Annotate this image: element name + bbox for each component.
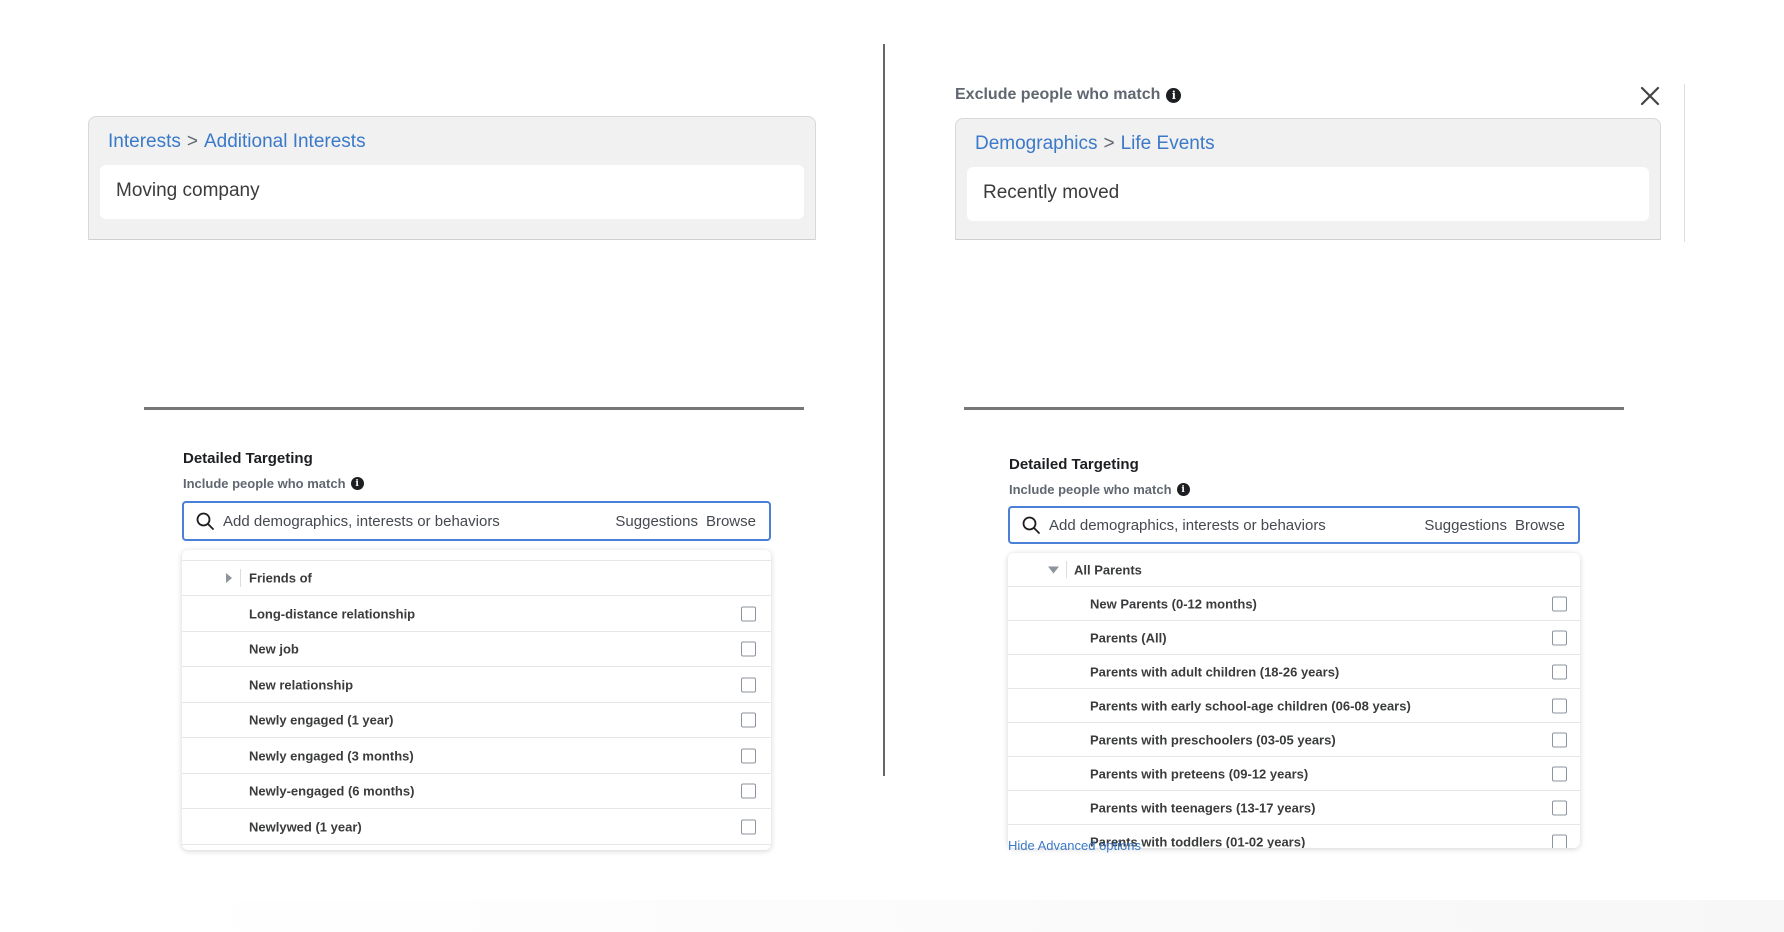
checkbox[interactable] (1552, 664, 1567, 679)
list-item-label: New job (249, 641, 299, 657)
checkbox[interactable] (1552, 732, 1567, 747)
right-selected-targeting-card: Demographics > Life Events Recently moved (955, 118, 1661, 240)
checkbox[interactable] (1552, 698, 1567, 713)
list-row[interactable]: Newlywed (1 year) (182, 809, 771, 845)
panel-edge (1684, 84, 1685, 242)
list-item-label: Parents with preschoolers (03-05 years) (1090, 732, 1336, 747)
right-section-rule (964, 407, 1624, 410)
list-item-label: Parents with early school-age children (… (1090, 698, 1411, 713)
info-icon[interactable]: i (350, 477, 364, 490)
browse-link[interactable]: Browse (706, 513, 756, 530)
right-browse-list: All Parents New Parents (0-12 months) Pa… (1008, 553, 1580, 848)
left-section-rule (144, 407, 804, 410)
left-include-label: Include people who match i (183, 476, 364, 491)
tree-guide (240, 569, 241, 587)
list-item-label: Parents with adult children (18-26 years… (1090, 664, 1340, 679)
exclude-people-label: Exclude people who match i (955, 86, 1182, 104)
list-row-friends-of[interactable]: Friends of (182, 561, 771, 596)
list-row[interactable]: Long-distance relationship (182, 596, 771, 632)
search-input[interactable]: Add demographics, interests or behaviors (1049, 517, 1424, 534)
chevron-down-icon[interactable] (1048, 566, 1059, 573)
checkbox[interactable] (1552, 834, 1567, 848)
breadcrumb-interests[interactable]: Interests (108, 131, 181, 152)
right-detailed-targeting-title: Detailed Targeting (1009, 456, 1139, 473)
tree-guide (1066, 561, 1067, 578)
selected-item-box[interactable]: Recently moved (967, 167, 1649, 221)
suggestions-link[interactable]: Suggestions (1424, 517, 1507, 534)
list-item-label: Newly-engaged (6 months) (249, 783, 415, 799)
checkbox[interactable] (741, 606, 756, 621)
list-row[interactable]: New relationship (182, 667, 771, 703)
left-detailed-targeting-title: Detailed Targeting (183, 450, 313, 467)
checkbox[interactable] (741, 748, 756, 763)
hide-advanced-options-link[interactable]: Hide Advanced options (1008, 838, 1141, 853)
list-row-partial (182, 550, 771, 561)
left-search-box[interactable]: Add demographics, interests or behaviors… (182, 501, 771, 541)
list-item-label: Long-distance relationship (249, 606, 416, 621)
list-row[interactable]: New Parents (0-12 months) (1008, 587, 1580, 621)
search-icon (1022, 516, 1040, 534)
breadcrumb-separator: > (1103, 133, 1115, 154)
list-row[interactable]: Parents with adult children (18-26 years… (1008, 655, 1580, 689)
list-item-label: Parents (All) (1090, 630, 1167, 645)
info-icon[interactable]: i (1166, 87, 1182, 103)
checkbox[interactable] (1552, 630, 1567, 645)
search-input[interactable]: Add demographics, interests or behaviors (223, 513, 615, 530)
right-search-box[interactable]: Add demographics, interests or behaviors… (1008, 506, 1580, 544)
list-row[interactable]: Parents with teenagers (13-17 years) (1008, 791, 1580, 825)
left-selected-targeting-card: Interests > Additional Interests Moving co… (88, 116, 816, 240)
breadcrumb-additional-interests[interactable]: Additional Interests (204, 131, 366, 152)
list-row[interactable]: Newly-engaged (6 months) (182, 774, 771, 809)
checkbox[interactable] (741, 641, 756, 657)
suggestions-link[interactable]: Suggestions (615, 513, 698, 530)
breadcrumb-separator: > (186, 131, 198, 152)
list-row[interactable]: Parents with preschoolers (03-05 years) (1008, 723, 1580, 757)
checkbox[interactable] (1552, 596, 1567, 611)
checkbox[interactable] (1552, 800, 1567, 815)
checkbox[interactable] (741, 712, 756, 728)
browse-link[interactable]: Browse (1515, 517, 1565, 534)
list-row[interactable]: Parents with preteens (09-12 years) (1008, 757, 1580, 791)
exclude-label-text: Exclude people who match (955, 86, 1161, 103)
selected-item-moving-company: Moving company (116, 180, 260, 201)
list-item-label: Newly engaged (3 months) (249, 748, 414, 763)
include-label-text: Include people who match (183, 476, 346, 491)
list-item-label: Friends of (249, 570, 312, 586)
list-row[interactable]: New job (182, 632, 771, 667)
selected-item-recently-moved: Recently moved (983, 182, 1120, 203)
breadcrumb-demographics[interactable]: Demographics (975, 133, 1098, 154)
breadcrumb-life-events[interactable]: Life Events (1121, 133, 1215, 154)
selected-item-box[interactable]: Moving company (100, 165, 804, 219)
include-label-text: Include people who match (1009, 482, 1172, 497)
list-row[interactable]: Parents (All) (1008, 621, 1580, 655)
list-row[interactable]: Parents with early school-age children (… (1008, 689, 1580, 723)
list-item-label: Parents with preteens (09-12 years) (1090, 766, 1309, 781)
list-row-all-parents[interactable]: All Parents (1008, 553, 1580, 587)
search-icon (196, 512, 214, 530)
list-item-label: New relationship (249, 677, 354, 692)
chevron-right-icon[interactable] (225, 573, 233, 583)
list-item-label: Newly engaged (1 year) (249, 712, 394, 728)
left-browse-list: Friends of Long-distance relationship Ne… (182, 550, 771, 850)
close-icon[interactable] (1638, 84, 1662, 108)
bottom-fade (150, 900, 1784, 932)
card-bottom-line (956, 239, 1660, 240)
list-item-label: New Parents (0-12 months) (1090, 596, 1257, 611)
card-bottom-line (89, 239, 815, 240)
checkbox[interactable] (1552, 766, 1567, 781)
info-icon[interactable]: i (1176, 483, 1190, 496)
list-item-label: Parents with teenagers (13-17 years) (1090, 800, 1316, 815)
checkbox[interactable] (741, 783, 756, 799)
list-item-label: Newlywed (1 year) (249, 819, 362, 834)
checkbox[interactable] (741, 677, 756, 692)
left-breadcrumb: Interests > Additional Interests (108, 131, 366, 153)
checkbox[interactable] (741, 819, 756, 834)
group-label: All Parents (1074, 562, 1142, 577)
list-row[interactable]: Newly engaged (3 months) (182, 738, 771, 774)
right-breadcrumb: Demographics > Life Events (975, 133, 1215, 155)
right-include-label: Include people who match i (1009, 482, 1190, 497)
list-row[interactable]: Newly engaged (1 year) (182, 703, 771, 738)
vertical-divider (883, 44, 885, 776)
